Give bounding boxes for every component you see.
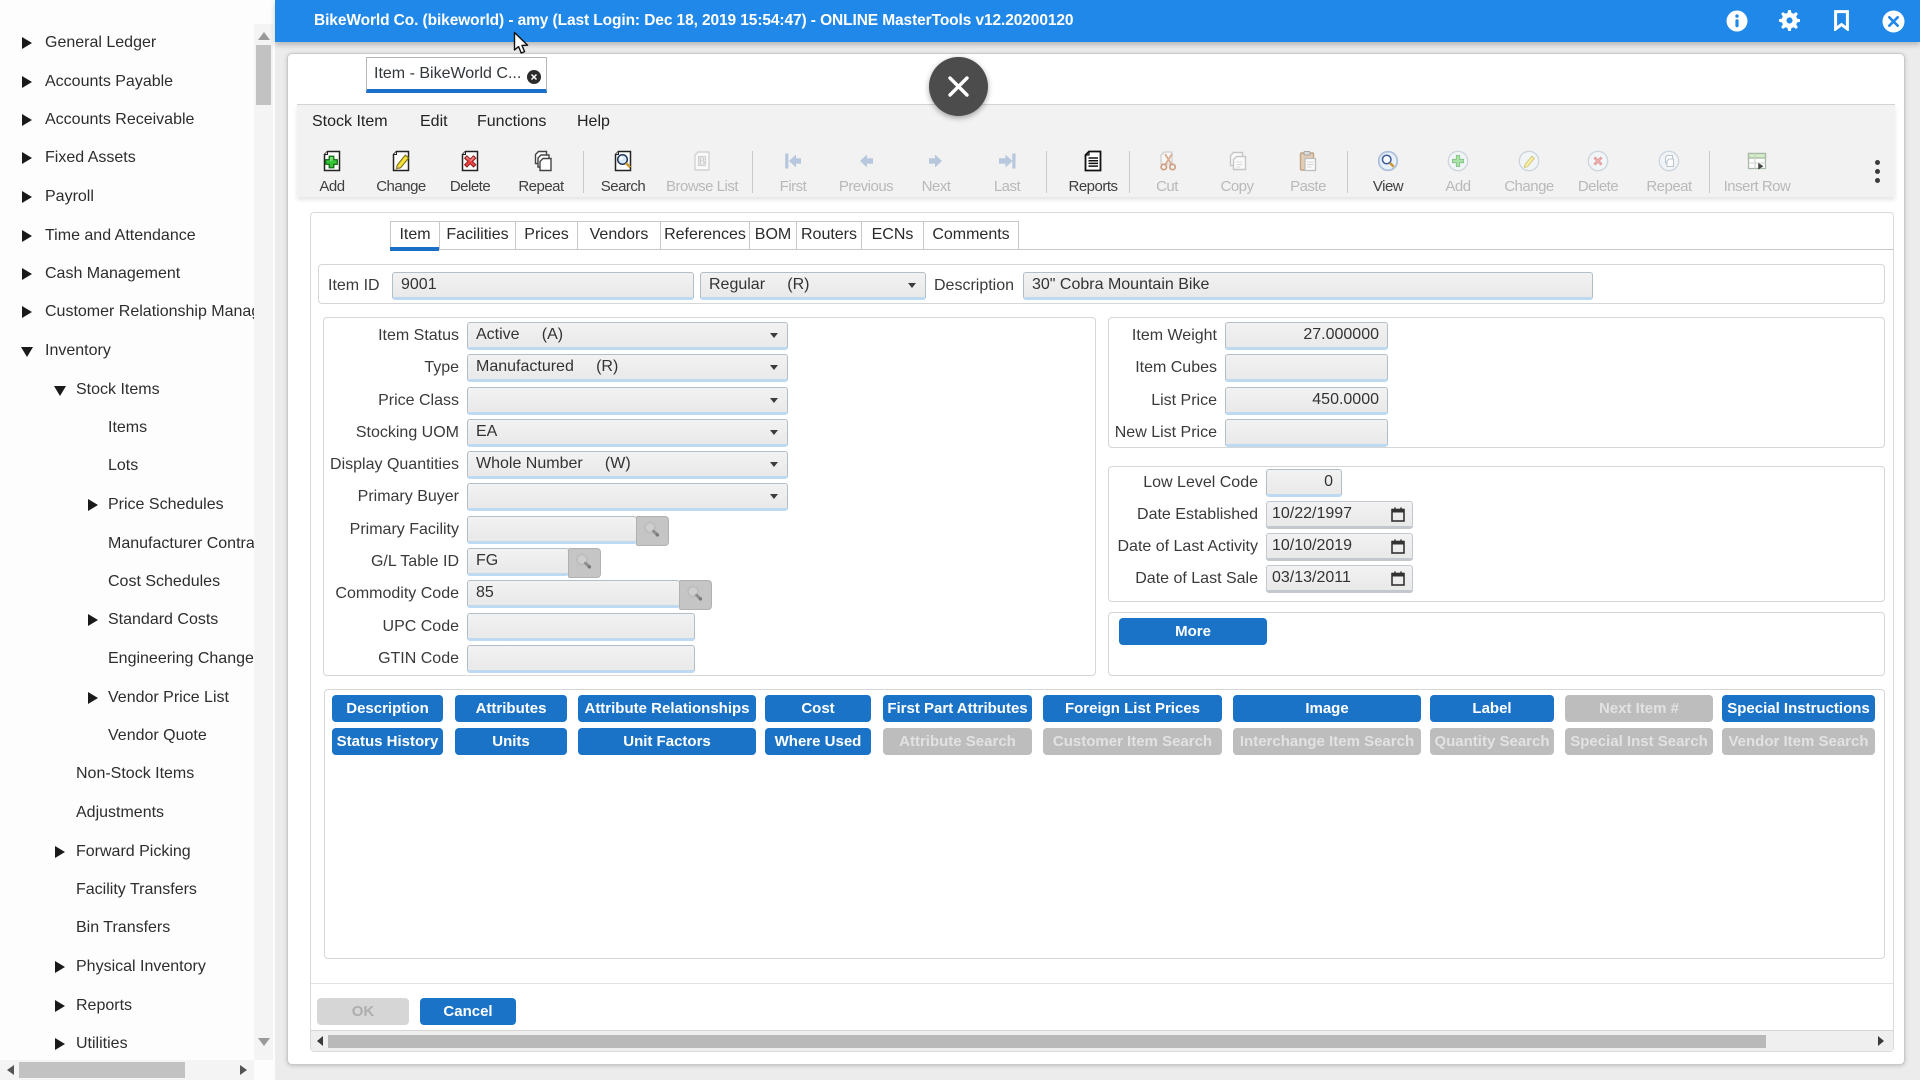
svg-text:B: B <box>699 157 706 168</box>
